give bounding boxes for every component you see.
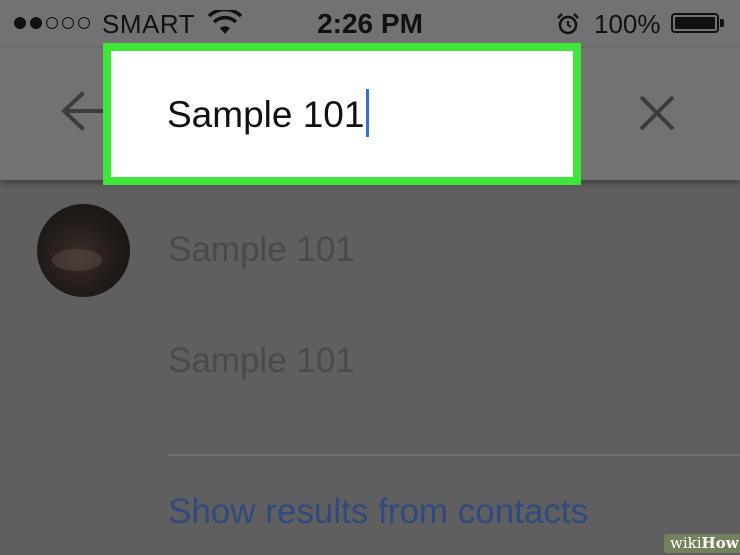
alarm-clock-icon (557, 13, 579, 35)
avatar (37, 204, 130, 297)
suggestion-item[interactable]: Sample 101 (168, 341, 355, 381)
search-input[interactable] (167, 91, 547, 139)
watermark-suffix: How (701, 534, 739, 552)
battery-tip (720, 19, 724, 27)
divider (168, 454, 740, 456)
search-field-highlight (103, 43, 581, 185)
battery-icon (671, 13, 719, 33)
back-arrow-icon[interactable] (60, 90, 106, 132)
suggestion-item[interactable]: Sample 101 (168, 230, 355, 270)
text-cursor (366, 89, 369, 137)
battery-percentage: 100% (594, 9, 661, 39)
watermark-prefix: wiki (670, 534, 702, 552)
close-icon[interactable] (634, 90, 680, 136)
status-bar: SMART 2:26 PM 100% (0, 0, 740, 48)
wikihow-watermark: wikiHow (664, 534, 740, 553)
show-contacts-results-link[interactable]: Show results from contacts (168, 492, 588, 532)
